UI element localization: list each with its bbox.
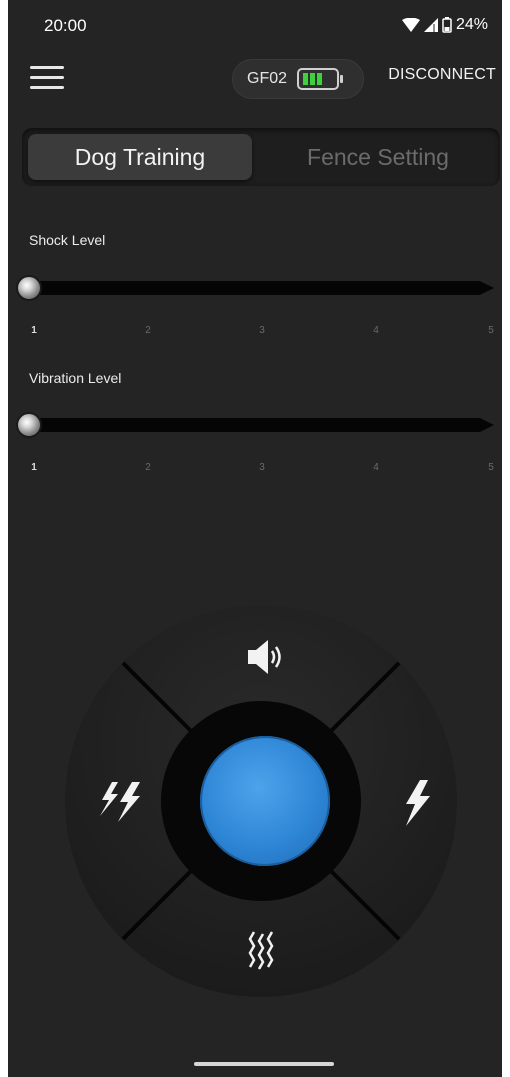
signal-icon <box>423 18 438 32</box>
vibration-tick: 4 <box>373 462 379 473</box>
vibration-tick: 2 <box>145 462 151 473</box>
vibration-tick: 5 <box>488 462 494 473</box>
vibration-level-label: Vibration Level <box>29 370 122 386</box>
menu-button[interactable] <box>30 64 66 92</box>
vibration-level-slider[interactable] <box>22 418 494 432</box>
app-screen: 20:00 24% GF02 DISCONNECT Dog Training F… <box>8 0 502 1077</box>
status-icons: 24% <box>401 16 488 34</box>
battery-cell <box>310 73 315 85</box>
battery-cell <box>317 73 322 85</box>
shock-tick: 4 <box>373 325 379 336</box>
battery-status-icon <box>442 17 452 33</box>
shock-tick: 1 <box>31 325 37 336</box>
menu-icon <box>30 66 64 69</box>
menu-icon-line <box>30 86 64 89</box>
tab-dog-training[interactable]: Dog Training <box>28 134 252 180</box>
shock-level-label: Shock Level <box>29 232 106 248</box>
center-action-button[interactable] <box>200 736 330 866</box>
shock-tick: 5 <box>488 325 494 336</box>
sound-button[interactable] <box>164 604 358 694</box>
vibration-level-thumb[interactable] <box>16 412 42 438</box>
menu-icon-line <box>30 76 64 79</box>
home-indicator[interactable] <box>194 1062 334 1066</box>
mode-tabs: Dog Training Fence Setting <box>22 128 500 186</box>
shock-button[interactable] <box>368 704 458 898</box>
shock-tick: 3 <box>259 325 265 336</box>
vibration-tick: 1 <box>31 462 37 473</box>
vibration-button[interactable] <box>164 908 358 998</box>
battery-cell <box>303 73 308 85</box>
device-battery-icon <box>297 68 343 90</box>
shock-level-thumb[interactable] <box>16 275 42 301</box>
disconnect-button[interactable]: DISCONNECT <box>388 66 496 84</box>
shock-tick: 2 <box>145 325 151 336</box>
battery-percent: 24% <box>455 16 488 33</box>
tab-fence-setting[interactable]: Fence Setting <box>262 134 494 180</box>
wifi-icon <box>401 18 420 32</box>
device-name: GF02 <box>247 70 288 87</box>
device-status-pill: GF02 <box>232 59 364 99</box>
status-time: 20:00 <box>44 16 87 35</box>
vibration-tick: 3 <box>259 462 265 473</box>
double-shock-button[interactable] <box>64 704 154 898</box>
shock-level-slider[interactable] <box>22 281 494 295</box>
